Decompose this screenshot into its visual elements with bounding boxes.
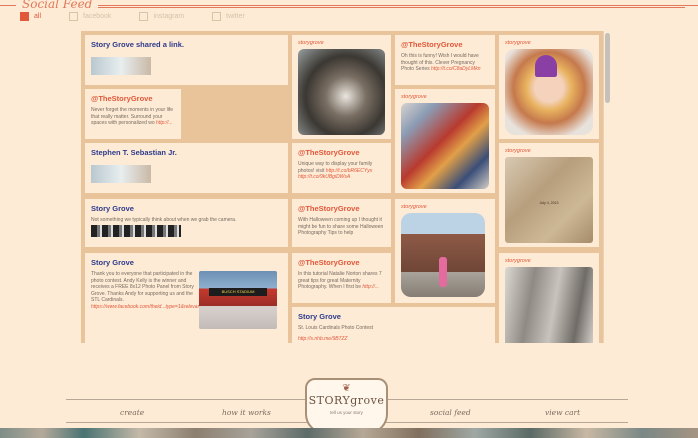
feed-card[interactable]: Story Grove St. Louis Cardinals Photo Co… [292,307,495,343]
card-title: storygrove [505,148,531,154]
card-title: Story Grove [91,258,134,267]
logo-name: STORYgrove [308,394,385,407]
link-thumbnail[interactable] [91,57,151,75]
card-title: storygrove [401,94,427,100]
nav-create[interactable]: create [120,408,144,417]
filter-instagram[interactable]: instagram [139,12,184,21]
feed-card[interactable]: Story Grove Thank you to everyone that p… [85,253,288,343]
scrollbar-thumb[interactable] [605,33,610,103]
feed-card[interactable]: Story Grove Not something we typically t… [85,199,288,247]
filter-twitter[interactable]: twitter [212,12,245,21]
card-link[interactable]: http://t.co/C8aDyLMkn [431,66,480,72]
plaque-text: July 4, 2013 [539,201,559,205]
checkbox-icon[interactable] [20,12,29,21]
instagram-photo[interactable] [401,103,489,189]
purple-hat [535,55,557,77]
card-title: @TheStoryGrove [401,40,463,49]
logo-tagline: tell us your story [330,410,363,415]
card-title: storygrove [298,40,324,46]
link-thumbnail[interactable] [91,165,151,183]
feed-card[interactable]: storygrove July 4, 2013 [499,143,599,247]
feed-card[interactable]: storygrove [499,253,599,343]
instagram-photo[interactable] [298,49,385,135]
card-link[interactable]: http://s.nhb.me/9B7ZZ [298,336,489,343]
feed-card[interactable]: storygrove [499,35,599,139]
feed-card[interactable]: @TheStoryGrove Unique way to display you… [292,143,391,193]
card-title: Story Grove [298,312,341,321]
card-link[interactable]: http://... [156,120,173,126]
feed-filters: all facebook instagram twitter [20,12,273,21]
photo-strip[interactable] [91,225,181,237]
feed-card[interactable]: storygrove [395,89,495,193]
card-title: Stephen T. Sebastian Jr. [91,148,177,157]
nav-view-cart[interactable]: view cart [545,408,580,417]
storygrove-logo[interactable]: ❦ STORYgrove tell us your story [305,378,388,434]
nav-how-it-works[interactable]: how it works [222,408,271,417]
card-title: Story Grove shared a link. [91,40,184,49]
instagram-photo[interactable]: July 4, 2013 [505,157,593,243]
card-title: storygrove [505,258,531,264]
card-title: storygrove [505,40,531,46]
card-title: storygrove [401,204,427,210]
feed-card[interactable]: storygrove [292,35,391,139]
feed-card[interactable]: Stephen T. Sebastian Jr. [85,143,288,193]
feed-card[interactable]: storygrove [395,199,495,303]
feed-card[interactable]: @TheStoryGrove Never forget the moments … [85,89,181,139]
header-rule-inner [85,7,685,8]
card-link[interactable]: https://www.facebook.com/theid...type=1&… [91,304,222,311]
card-title: @TheStoryGrove [298,148,360,157]
scoreboard: BUSCH STADIUM [209,288,267,296]
card-title: @TheStoryGrove [298,258,360,267]
checkbox-icon[interactable] [69,12,79,21]
instagram-photo[interactable] [505,267,593,343]
person-figure [439,257,447,287]
filter-facebook[interactable]: facebook [69,12,111,21]
feed-card[interactable]: @TheStoryGrove In this tutorial Natalie … [292,253,391,303]
card-title: Story Grove [91,204,134,213]
card-title: @TheStoryGrove [91,94,153,103]
instagram-photo[interactable] [401,213,485,297]
social-feed-panel: Story Grove shared a link. @TheStoryGrov… [81,31,612,343]
filter-all[interactable]: all [20,12,41,21]
leaf-icon: ❦ [342,383,351,394]
feed-card[interactable]: @TheStoryGrove With Halloween coming up … [292,199,391,247]
feed-card[interactable]: @TheStoryGrove Oh this is funny! Wish I … [395,35,495,85]
checkbox-icon[interactable] [212,12,222,21]
page-title: Social Feed [16,0,99,11]
instagram-photo[interactable] [505,49,593,135]
card-title: @TheStoryGrove [298,204,360,213]
feed-card[interactable]: Story Grove shared a link. [85,35,288,85]
card-link[interactable]: http://... [362,284,379,290]
stadium-photo[interactable]: BUSCH STADIUM [199,271,277,329]
header-rule [0,5,698,6]
wood-background-strip [0,428,698,438]
nav-social-feed[interactable]: social feed [430,408,471,417]
checkbox-icon[interactable] [139,12,149,21]
